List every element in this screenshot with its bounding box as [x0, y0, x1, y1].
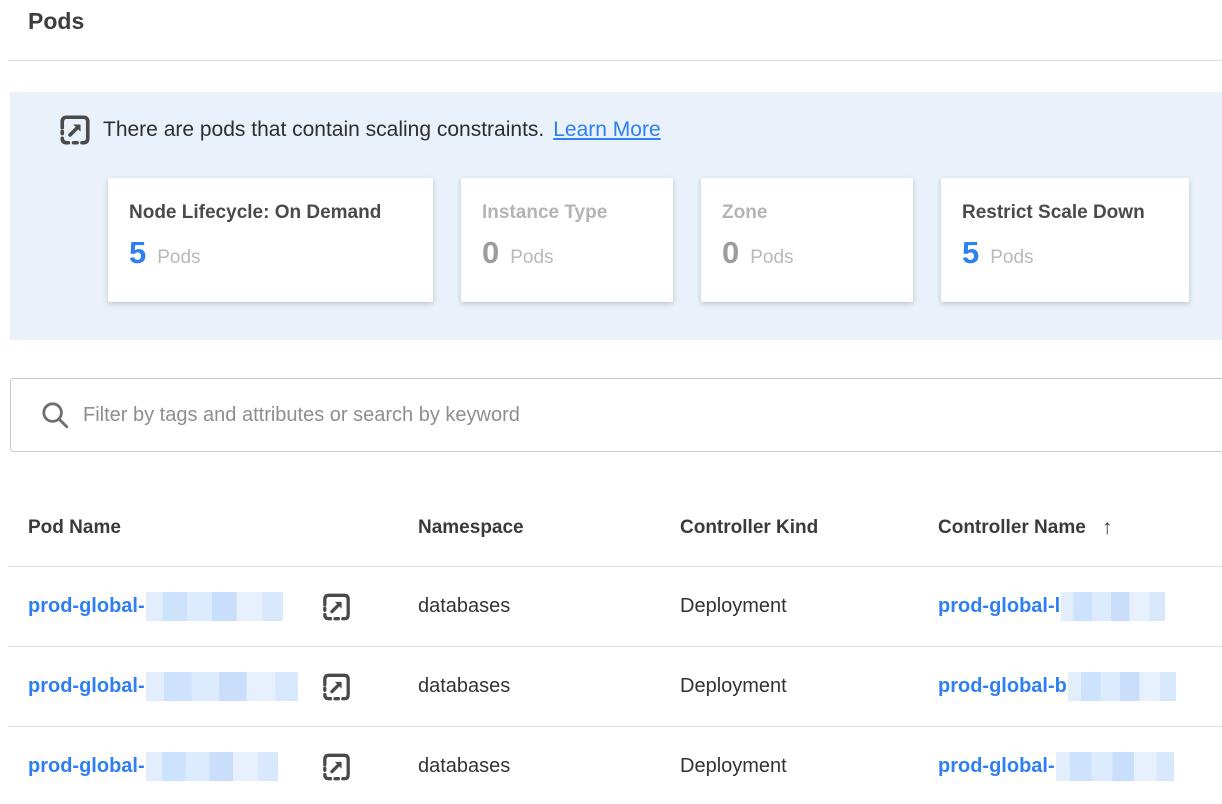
- filter-search-box: [10, 378, 1222, 452]
- constraint-card-unit: Pods: [750, 247, 793, 269]
- redacted-controller-name: [1068, 672, 1176, 701]
- sort-ascending-icon[interactable]: ↑: [1102, 516, 1113, 540]
- scale-out-icon[interactable]: [320, 590, 353, 623]
- constraint-card-unit: Pods: [157, 247, 200, 269]
- redacted-controller-name: [1056, 752, 1174, 781]
- banner-message: There are pods that contain scaling cons…: [103, 118, 544, 142]
- table-row: prod-global- databases Deployment prod-g…: [8, 647, 1222, 727]
- constraint-card-title: Node Lifecycle: On Demand: [129, 202, 433, 224]
- scale-out-icon[interactable]: [320, 670, 353, 703]
- constraint-card[interactable]: Instance Type 0 Pods: [461, 178, 673, 302]
- constraint-cards: Node Lifecycle: On Demand 5 Pods Instanc…: [108, 178, 1189, 302]
- page-title: Pods: [28, 8, 84, 35]
- pod-name-link[interactable]: prod-global-: [28, 672, 298, 701]
- controller-kind-cell: Deployment: [680, 675, 938, 698]
- constraint-card-unit: Pods: [990, 247, 1033, 269]
- scaling-constraints-banner: There are pods that contain scaling cons…: [10, 92, 1222, 340]
- controller-kind-cell: Deployment: [680, 595, 938, 618]
- constraint-card-count: 5: [962, 237, 979, 268]
- constraint-card-title: Restrict Scale Down: [962, 202, 1189, 224]
- table-header-row: Pod Name Namespace Controller Kind Contr…: [8, 490, 1222, 567]
- column-header-namespace[interactable]: Namespace: [418, 517, 680, 539]
- scale-out-icon[interactable]: [320, 750, 353, 783]
- redacted-controller-name: [1061, 592, 1165, 621]
- pods-table: Pod Name Namespace Controller Kind Contr…: [8, 490, 1222, 804]
- redacted-pod-name: [146, 592, 283, 621]
- controller-name-link[interactable]: prod-global-l: [938, 592, 1165, 621]
- column-header-controller-name[interactable]: Controller Name ↑: [938, 516, 1222, 540]
- pod-name-link[interactable]: prod-global-: [28, 592, 283, 621]
- redacted-pod-name: [146, 672, 298, 701]
- header-divider: [8, 60, 1222, 61]
- namespace-cell: databases: [418, 755, 680, 778]
- constraint-card-title: Zone: [722, 202, 913, 224]
- column-header-controller-kind[interactable]: Controller Kind: [680, 517, 938, 539]
- learn-more-link[interactable]: Learn More: [553, 118, 660, 142]
- controller-name-link[interactable]: prod-global-b: [938, 672, 1176, 701]
- redacted-pod-name: [146, 752, 278, 781]
- constraint-card-unit: Pods: [510, 247, 553, 269]
- constraint-card[interactable]: Zone 0 Pods: [701, 178, 913, 302]
- table-row: prod-global- databases Deployment prod-g…: [8, 567, 1222, 647]
- controller-name-link[interactable]: prod-global-: [938, 752, 1174, 781]
- constraint-card-count: 0: [722, 237, 739, 268]
- search-input[interactable]: [83, 379, 1208, 451]
- column-header-pod-name[interactable]: Pod Name: [28, 517, 418, 539]
- scale-out-icon: [57, 112, 93, 148]
- namespace-cell: databases: [418, 675, 680, 698]
- constraint-card[interactable]: Restrict Scale Down 5 Pods: [941, 178, 1189, 302]
- constraint-card[interactable]: Node Lifecycle: On Demand 5 Pods: [108, 178, 433, 302]
- constraint-card-count: 5: [129, 237, 146, 268]
- pod-name-link[interactable]: prod-global-: [28, 752, 278, 781]
- namespace-cell: databases: [418, 595, 680, 618]
- constraint-card-count: 0: [482, 237, 499, 268]
- table-row: prod-global- databases Deployment prod-g…: [8, 727, 1222, 804]
- search-icon: [39, 399, 71, 431]
- controller-kind-cell: Deployment: [680, 755, 938, 778]
- constraint-card-title: Instance Type: [482, 202, 673, 224]
- pods-page: Pods There are pods that contain scaling…: [0, 0, 1222, 804]
